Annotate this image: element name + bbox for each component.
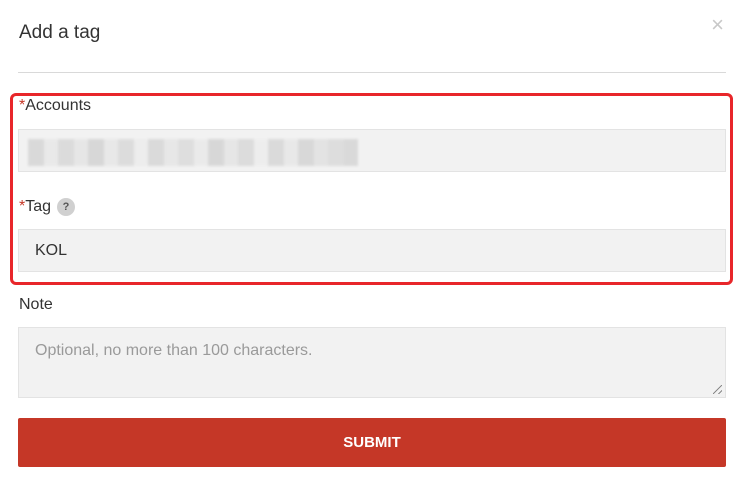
note-label: Note xyxy=(19,296,53,313)
help-icon[interactable]: ? xyxy=(57,198,76,216)
tag-field[interactable]: KOL xyxy=(18,229,726,272)
close-icon[interactable]: × xyxy=(711,14,724,36)
note-textarea[interactable]: Optional, no more than 100 characters. xyxy=(18,327,726,398)
accounts-label-text: Accounts xyxy=(25,97,92,114)
redacted-accounts-value xyxy=(28,139,358,166)
tag-label-text: Tag xyxy=(25,198,52,215)
accounts-label: *Accounts xyxy=(19,97,91,115)
add-tag-dialog: Add a tag × *Accounts *Tag? KOL Note Opt… xyxy=(0,0,744,479)
submit-button[interactable]: SUBMIT xyxy=(18,418,726,467)
dialog-title: Add a tag xyxy=(19,22,101,43)
note-placeholder: Optional, no more than 100 characters. xyxy=(35,342,313,359)
header-divider xyxy=(18,72,726,73)
resize-grip-icon[interactable] xyxy=(713,385,722,394)
tag-label: *Tag? xyxy=(19,198,76,216)
